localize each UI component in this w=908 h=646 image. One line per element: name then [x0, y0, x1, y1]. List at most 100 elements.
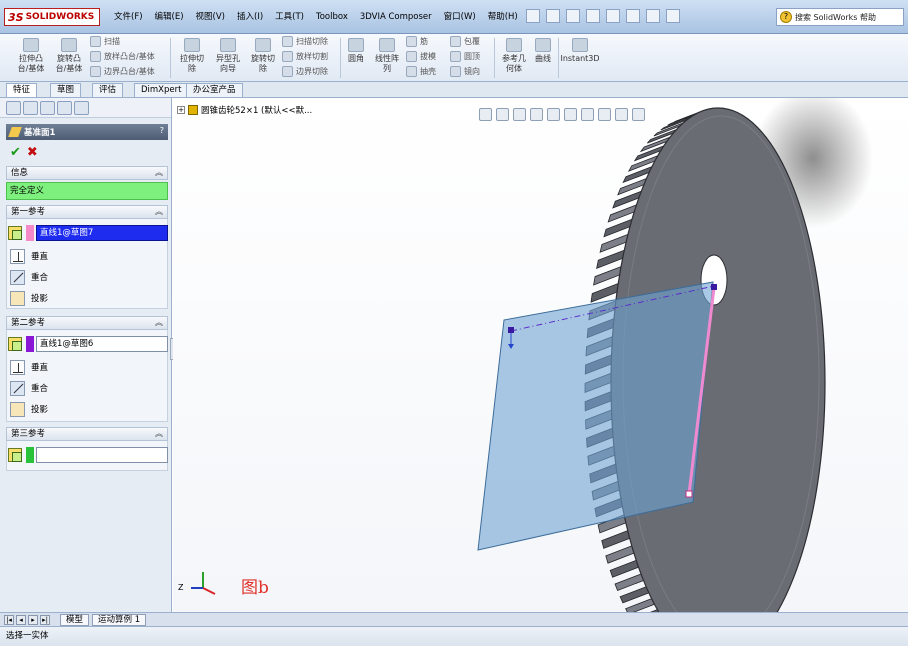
linear-pattern-button[interactable]: 线性阵 列: [370, 38, 404, 74]
draft-button[interactable]: 拔模: [406, 51, 436, 62]
sketch7-endpoint-bottom[interactable]: [685, 490, 693, 498]
help-button[interactable]: ?: [160, 126, 164, 135]
rebuild-icon[interactable]: [646, 9, 660, 23]
revolve-boss-button[interactable]: 旋转凸 台/基体: [50, 38, 88, 74]
second-ref-coincident[interactable]: 重合: [10, 379, 168, 397]
cancel-x-icon[interactable]: ✖: [27, 145, 38, 160]
section-view-icon[interactable]: [530, 108, 543, 121]
menu-insert[interactable]: 插入(I): [231, 10, 269, 24]
project-label: 投影: [31, 294, 49, 304]
open-icon[interactable]: [546, 9, 560, 23]
instant3d-button[interactable]: Instant3D: [560, 38, 600, 64]
tab-office-products[interactable]: 办公室产品: [186, 83, 243, 97]
print-icon[interactable]: [586, 9, 600, 23]
menu-tools[interactable]: 工具(T): [269, 10, 310, 24]
next-tab-arrow-icon[interactable]: ▸: [28, 615, 38, 625]
undo-icon[interactable]: [606, 9, 620, 23]
reference-triad: Z: [178, 572, 216, 595]
display-manager-icon[interactable]: [74, 101, 89, 115]
loft-cut-button[interactable]: 放样切割: [282, 51, 328, 62]
sweep-cut-button[interactable]: 扫描切除: [282, 36, 328, 47]
display-style-icon[interactable]: [564, 108, 577, 121]
dimxpert-manager-icon[interactable]: [57, 101, 72, 115]
expand-icon[interactable]: +: [177, 106, 185, 114]
new-icon[interactable]: [526, 9, 540, 23]
curves-button[interactable]: 曲线: [531, 38, 555, 64]
ok-check-icon[interactable]: ✔: [10, 145, 21, 160]
view-settings-icon[interactable]: [632, 108, 645, 121]
save-icon[interactable]: [566, 9, 580, 23]
solidworks-logo[interactable]: 3S SOLIDWORKS: [4, 8, 100, 26]
fillet-button[interactable]: 圆角: [344, 38, 368, 64]
prev-tab-arrow-icon[interactable]: ◂: [16, 615, 26, 625]
property-manager-icon[interactable]: [23, 101, 38, 115]
select-icon[interactable]: [626, 9, 640, 23]
sketch7-endpoint-top[interactable]: [711, 284, 717, 290]
second-reference-field[interactable]: 直线1@草图6: [36, 336, 168, 352]
revolve-cut-button[interactable]: 旋转切 除: [245, 38, 281, 74]
dome-button[interactable]: 圆顶: [450, 51, 480, 62]
first-ref-coincident[interactable]: 重合: [10, 268, 168, 286]
loft-boss-button[interactable]: 放样凸台/基体: [90, 51, 155, 62]
apply-scene-icon[interactable]: [615, 108, 628, 121]
tab-model[interactable]: 模型: [60, 614, 90, 626]
gear-tooth: [596, 249, 625, 269]
help-search[interactable]: ? 搜索 SolidWorks 帮助: [776, 8, 904, 26]
tab-motion-study[interactable]: 运动算例 1: [92, 614, 147, 626]
hole-wizard-button[interactable]: 异型孔 向导: [210, 38, 246, 74]
feature-manager-icon[interactable]: [6, 101, 21, 115]
manager-tabs: [0, 98, 171, 118]
third-reference-field[interactable]: [36, 447, 168, 463]
ok-cancel-row: ✔ ✖: [10, 145, 38, 160]
wrap-button[interactable]: 包覆: [450, 36, 480, 47]
boundary-boss-button[interactable]: 边界凸台/基体: [90, 66, 155, 77]
menu-3dvia[interactable]: 3DVIA Composer: [354, 10, 438, 24]
sweep-button[interactable]: 扫描: [90, 36, 120, 47]
gear-tooth: [601, 530, 631, 549]
options-icon[interactable]: [666, 9, 680, 23]
menu-window[interactable]: 窗口(W): [438, 10, 482, 24]
view-orientation-icon[interactable]: [547, 108, 560, 121]
mirror-button[interactable]: 镜向: [450, 66, 480, 77]
menu-file[interactable]: 文件(F): [108, 10, 149, 24]
bottom-tab-bar: |◂ ◂ ▸ ▸| 模型 运动算例 1: [0, 612, 908, 626]
third-reference-header[interactable]: 第三参考 ︽: [6, 427, 168, 441]
menu-toolbox[interactable]: Toolbox: [310, 10, 354, 24]
menu-view[interactable]: 视图(V): [190, 10, 231, 24]
tab-evaluate[interactable]: 评估: [92, 83, 124, 97]
previous-view-icon[interactable]: [513, 108, 526, 121]
first-tab-arrow-icon[interactable]: |◂: [4, 615, 14, 625]
second-ref-perpendicular[interactable]: 垂直: [10, 358, 168, 376]
tab-dimxpert[interactable]: DimXpert: [134, 83, 189, 97]
tab-sketch[interactable]: 草图: [50, 83, 82, 97]
gear-tooth: [614, 573, 645, 592]
boundary-cut-button[interactable]: 边界切除: [282, 66, 328, 77]
zoom-to-fit-icon[interactable]: [479, 108, 492, 121]
info-section-header[interactable]: 信息 ︽: [6, 166, 168, 180]
first-ref-project[interactable]: 投影: [10, 289, 168, 307]
feature-tree-root[interactable]: + 圆锥齿轮52×1 (默认<<默...: [177, 104, 312, 116]
menu-help[interactable]: 帮助(H): [482, 10, 524, 24]
menu-edit[interactable]: 编辑(E): [149, 10, 190, 24]
extrude-boss-button[interactable]: 拉伸凸 台/基体: [12, 38, 50, 74]
extrude-cut-button[interactable]: 拉伸切 除: [174, 38, 210, 74]
first-reference-header[interactable]: 第一参考 ︽: [6, 205, 168, 219]
first-ref-perpendicular[interactable]: 垂直: [10, 247, 168, 265]
zoom-area-icon[interactable]: [496, 108, 509, 121]
rib-button[interactable]: 筋: [406, 36, 428, 47]
sketch6-endpoint[interactable]: [508, 327, 514, 333]
revolve-cut-label: 旋转切 除: [251, 54, 275, 73]
configuration-manager-icon[interactable]: [40, 101, 55, 115]
second-reference-header[interactable]: 第二参考 ︽: [6, 316, 168, 330]
sweep-label: 扫描: [104, 37, 120, 46]
second-ref-project[interactable]: 投影: [10, 400, 168, 418]
last-tab-arrow-icon[interactable]: ▸|: [40, 615, 50, 625]
graphics-area[interactable]: + 圆锥齿轮52×1 (默认<<默... Z 图b: [173, 98, 908, 612]
hide-show-icon[interactable]: [581, 108, 594, 121]
tab-features[interactable]: 特征: [6, 83, 38, 97]
first-reference-field[interactable]: 直线1@草图7: [36, 225, 168, 241]
draft-icon: [406, 51, 417, 62]
reference-geometry-button[interactable]: 参考几 何体: [497, 38, 531, 74]
edit-appearance-icon[interactable]: [598, 108, 611, 121]
shell-button[interactable]: 抽壳: [406, 66, 436, 77]
